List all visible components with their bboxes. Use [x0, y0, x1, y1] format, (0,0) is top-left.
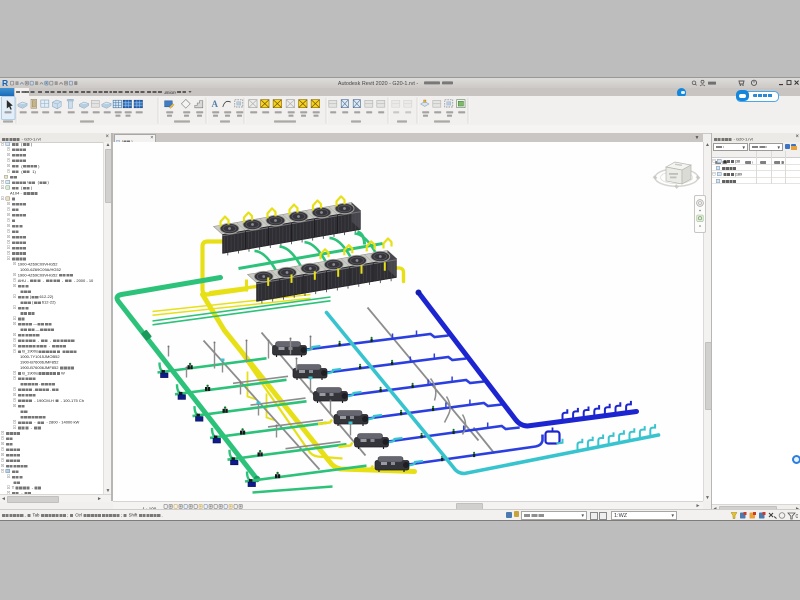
svg-text:R: R: [2, 78, 8, 88]
svg-text:0: 0: [796, 514, 799, 520]
svg-text:A: A: [212, 99, 219, 109]
svg-text:Autodesk Revit 2020 - G20-1.rv: Autodesk Revit 2020 - G20-1.rvt -: [338, 81, 419, 87]
